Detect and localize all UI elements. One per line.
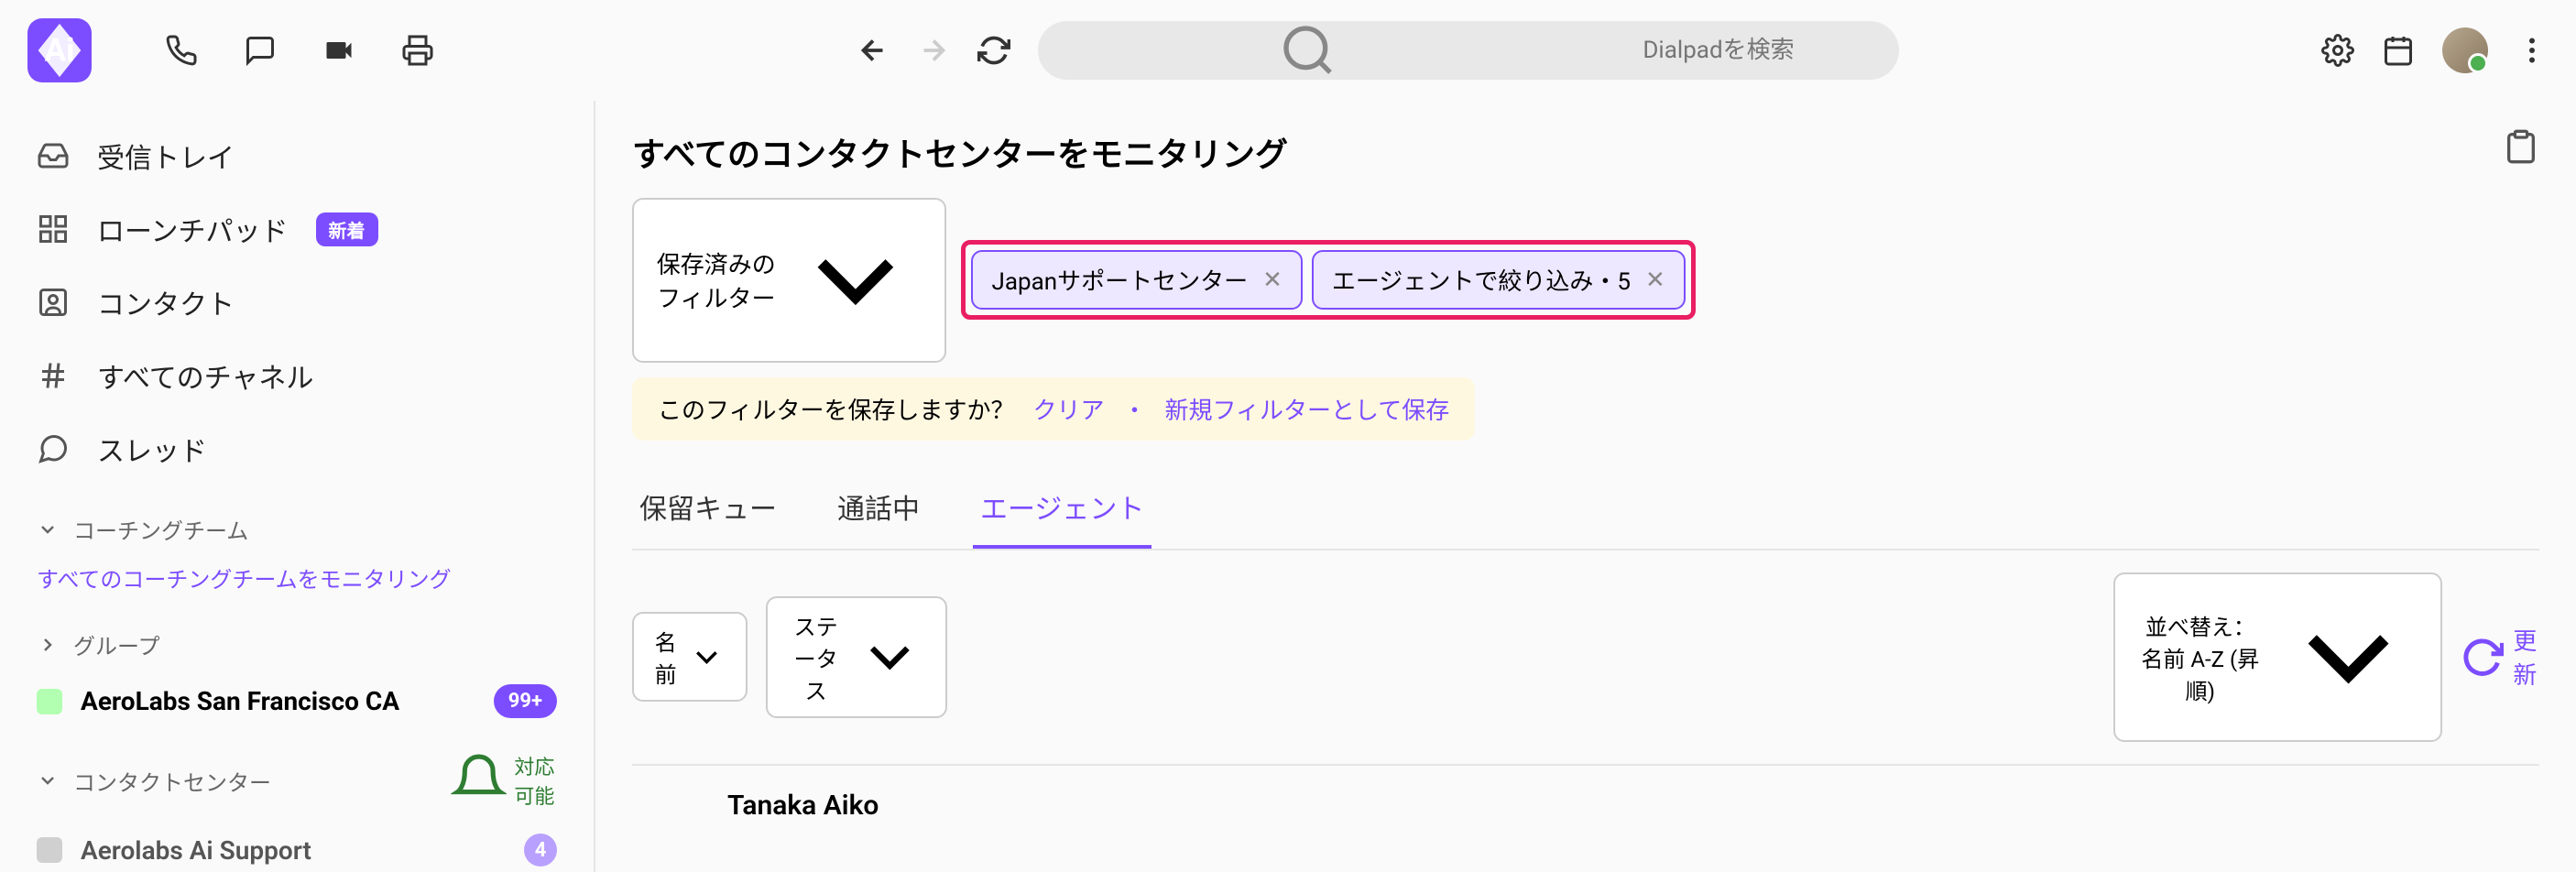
sidebar-item-inbox[interactable]: 受信トレイ bbox=[0, 119, 594, 192]
section-label: コーチングチーム bbox=[73, 513, 248, 545]
section-label: コンタクトセンター bbox=[73, 765, 271, 797]
cc-badge: 4 bbox=[524, 834, 557, 867]
agent-table: Tanaka Aiko 3 コンタクトセンター 対応可能 - 00:30 Sat… bbox=[632, 764, 2539, 872]
cc-item-aerolabs-ai[interactable]: Aerolabs Ai Support 4 bbox=[0, 819, 594, 872]
agent-info: Tanaka Aiko 3 コンタクトセンター bbox=[727, 790, 1222, 872]
forward-icon[interactable] bbox=[917, 34, 950, 67]
agent-name: Tanaka Aiko bbox=[727, 790, 1222, 822]
cc-color-icon bbox=[37, 837, 62, 863]
phone-icon[interactable] bbox=[165, 34, 198, 67]
topbar: Ai bbox=[0, 0, 2576, 101]
status-filter-button[interactable]: ステータス bbox=[766, 596, 947, 718]
sidebar-label: ローンチパッド bbox=[97, 209, 289, 249]
filter-chip-center[interactable]: Japanサポートセンター ✕ bbox=[971, 250, 1302, 310]
sidebar-item-channels[interactable]: すべてのチャネル bbox=[0, 339, 594, 412]
coaching-section-header[interactable]: コーチングチーム bbox=[0, 485, 594, 554]
cc-section-header[interactable]: コンタクトセンター 対応可能 bbox=[0, 733, 594, 819]
top-right bbox=[2321, 27, 2549, 73]
back-icon[interactable] bbox=[857, 34, 890, 67]
inbox-icon bbox=[37, 139, 70, 172]
sidebar-item-launchpad[interactable]: ローンチパッド 新着 bbox=[0, 192, 594, 266]
close-icon[interactable]: ✕ bbox=[1262, 267, 1283, 294]
chevron-down-icon bbox=[1342, 802, 1689, 872]
thread-icon bbox=[37, 432, 70, 465]
save-filter-prompt: このフィルターを保存しますか？ クリア ・ 新規フィルターとして保存 bbox=[632, 377, 1475, 441]
bell-icon bbox=[451, 752, 507, 808]
coaching-monitor-link[interactable]: すべてのコーチングチームをモニタリング bbox=[0, 554, 594, 601]
section-label: グループ bbox=[73, 628, 160, 660]
search-input[interactable] bbox=[1566, 37, 1872, 64]
print-icon[interactable] bbox=[401, 34, 434, 67]
settings-icon[interactable] bbox=[2321, 34, 2354, 67]
group-item-aerolabs-sf[interactable]: AeroLabs San Francisco CA 99+ bbox=[0, 670, 594, 733]
cc-status[interactable]: 対応可能 bbox=[451, 751, 557, 810]
agent-centers[interactable]: 3 コンタクトセンター bbox=[727, 825, 1222, 872]
user-avatar[interactable] bbox=[2442, 27, 2488, 73]
refresh-button[interactable]: 更新 bbox=[2461, 623, 2539, 691]
page-title: すべてのコンタクトセンターをモニタリング bbox=[632, 128, 2503, 176]
refresh-icon bbox=[2461, 636, 2504, 679]
filter-row: 保存済みのフィルター Japanサポートセンター ✕ エージェントで絞り込み・5… bbox=[632, 198, 2503, 441]
calendar-icon[interactable] bbox=[2382, 34, 2415, 67]
group-label: AeroLabs San Francisco CA bbox=[81, 686, 399, 716]
chevron-down-icon bbox=[884, 825, 1222, 872]
sidebar-label: コンタクト bbox=[97, 282, 235, 322]
controls-row: 名前 ステータス 並べ替え：名前 A-Z (昇順) 更新 bbox=[632, 550, 2539, 764]
agent-status[interactable]: 対応可能 bbox=[1250, 802, 1689, 872]
top-action-icons bbox=[165, 34, 434, 67]
video-icon[interactable] bbox=[322, 34, 355, 67]
sidebar-item-contacts[interactable]: コンタクト bbox=[0, 266, 594, 339]
sidebar-label: すべてのチャネル bbox=[97, 355, 313, 396]
sidebar-label: 受信トレイ bbox=[97, 136, 235, 176]
sidebar-item-threads[interactable]: スレッド bbox=[0, 412, 594, 485]
filter-chip-agents[interactable]: エージェントで絞り込み・5 ✕ bbox=[1312, 250, 1686, 310]
tab-agents[interactable]: エージェント bbox=[973, 468, 1152, 549]
close-icon[interactable]: ✕ bbox=[1645, 267, 1665, 294]
chevron-down-icon bbox=[855, 622, 925, 692]
save-new-link[interactable]: 新規フィルターとして保存 bbox=[1165, 392, 1450, 426]
group-color-icon bbox=[37, 689, 62, 714]
chevron-down-icon bbox=[688, 638, 726, 676]
sidebar-label: スレッド bbox=[97, 429, 207, 469]
chevron-down-icon bbox=[788, 213, 923, 348]
contact-icon bbox=[37, 286, 70, 319]
search-icon bbox=[1065, 21, 1551, 80]
grid-icon bbox=[37, 213, 70, 245]
sort-button[interactable]: 並べ替え：名前 A-Z (昇順) bbox=[2113, 572, 2442, 742]
chevron-right-icon bbox=[37, 634, 59, 656]
main-content: すべてのコンタクトセンターをモニタリング 保存済みのフィルター Japanサポー… bbox=[595, 101, 2576, 872]
cc-label: Aerolabs Ai Support bbox=[81, 835, 311, 866]
app-logo[interactable]: Ai bbox=[27, 18, 92, 82]
reload-icon[interactable] bbox=[977, 34, 1010, 67]
nav-center bbox=[453, 21, 2303, 80]
chevron-down-icon bbox=[37, 518, 59, 540]
name-filter-button[interactable]: 名前 bbox=[632, 612, 748, 702]
saved-filter-button[interactable]: 保存済みのフィルター bbox=[632, 198, 946, 363]
new-badge: 新着 bbox=[316, 213, 378, 246]
tab-active-calls[interactable]: 通話中 bbox=[830, 468, 927, 549]
hash-icon bbox=[37, 359, 70, 392]
group-badge: 99+ bbox=[494, 684, 557, 718]
filter-highlight-box: Japanサポートセンター ✕ エージェントで絞り込み・5 ✕ bbox=[961, 240, 1695, 320]
chat-icon[interactable] bbox=[244, 34, 277, 67]
clipboard-icon[interactable] bbox=[2503, 128, 2539, 165]
sidebar: 受信トレイ ローンチパッド 新着 コンタクト すべてのチャネル スレッド コーチ… bbox=[0, 101, 595, 872]
clear-link[interactable]: クリア bbox=[1032, 392, 1104, 426]
tabs: 保留キュー 通話中 エージェント bbox=[632, 468, 2539, 550]
search-box[interactable] bbox=[1038, 21, 1899, 80]
svg-text:Ai: Ai bbox=[45, 32, 75, 70]
agent-row[interactable]: Tanaka Aiko 3 コンタクトセンター 対応可能 - 00:30 bbox=[632, 766, 2539, 872]
more-icon[interactable] bbox=[2516, 34, 2549, 67]
chevron-down-icon bbox=[37, 769, 59, 791]
tab-hold-queue[interactable]: 保留キュー bbox=[632, 468, 784, 549]
groups-section-header[interactable]: グループ bbox=[0, 601, 594, 670]
chevron-down-icon bbox=[2276, 585, 2420, 729]
